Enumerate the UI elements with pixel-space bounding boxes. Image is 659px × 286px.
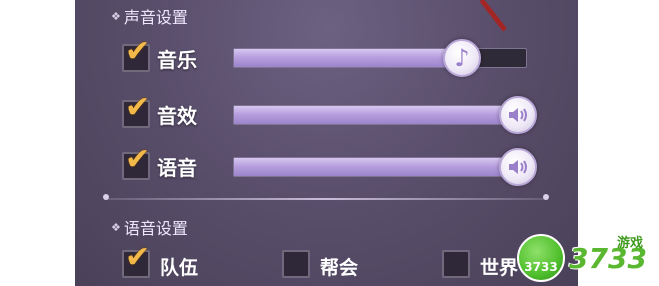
sfx-volume-knob[interactable] xyxy=(499,96,537,134)
voice-settings-title: ❖ 语音设置 xyxy=(111,215,188,239)
logo-badge: 3733 xyxy=(517,234,565,282)
checkmark-icon: ✔ xyxy=(125,142,151,177)
diamond-icon: ❖ xyxy=(111,9,121,23)
voice-checkbox[interactable]: ✔ xyxy=(122,145,150,180)
checkmark-icon: ✔ xyxy=(125,90,151,125)
speaker-icon xyxy=(509,160,527,174)
divider-dot xyxy=(103,194,109,200)
site-watermark-logo: 3733 3733 游戏 xyxy=(517,230,659,286)
music-label: 音乐 xyxy=(157,48,197,72)
checkmark-icon: ✔ xyxy=(125,34,151,69)
sfx-volume-slider[interactable] xyxy=(233,105,523,125)
team-checkbox[interactable]: ✔ xyxy=(122,243,150,278)
guild-checkbox[interactable] xyxy=(282,250,310,278)
music-note-icon: ♪ xyxy=(454,44,470,72)
sfx-volume-fill xyxy=(234,106,522,124)
voice-settings-label: 语音设置 xyxy=(123,219,188,238)
checkmark-icon: ✔ xyxy=(125,240,151,275)
logo-sub: 游戏 xyxy=(617,236,644,251)
annotation-arrow xyxy=(479,0,507,32)
diamond-icon: ❖ xyxy=(111,220,121,234)
music-volume-fill xyxy=(234,49,471,67)
settings-panel: ❖ 声音设置 ✔ 音乐 ♪ ✔ 音效 ✔ 语音 ❖ 语音设置 ✔ 队伍 帮会 世… xyxy=(75,0,578,286)
voice-volume-knob[interactable] xyxy=(499,148,537,186)
sound-settings-title: ❖ 声音设置 xyxy=(111,4,188,28)
world-label: 世界 xyxy=(480,257,519,279)
section-divider xyxy=(104,198,548,200)
voice-volume-fill xyxy=(234,158,522,176)
divider-dot xyxy=(543,194,549,200)
sfx-label: 音效 xyxy=(157,104,197,128)
world-checkbox[interactable] xyxy=(442,250,470,278)
music-volume-knob[interactable]: ♪ xyxy=(443,39,481,77)
music-volume-slider[interactable] xyxy=(233,48,527,68)
sfx-checkbox[interactable]: ✔ xyxy=(122,93,150,128)
voice-volume-slider[interactable] xyxy=(233,157,523,177)
team-label: 队伍 xyxy=(160,257,199,279)
sound-settings-label: 声音设置 xyxy=(123,8,188,27)
guild-label: 帮会 xyxy=(320,257,359,279)
voice-label: 语音 xyxy=(157,156,197,180)
speaker-icon xyxy=(509,108,527,122)
music-checkbox[interactable]: ✔ xyxy=(122,37,150,72)
